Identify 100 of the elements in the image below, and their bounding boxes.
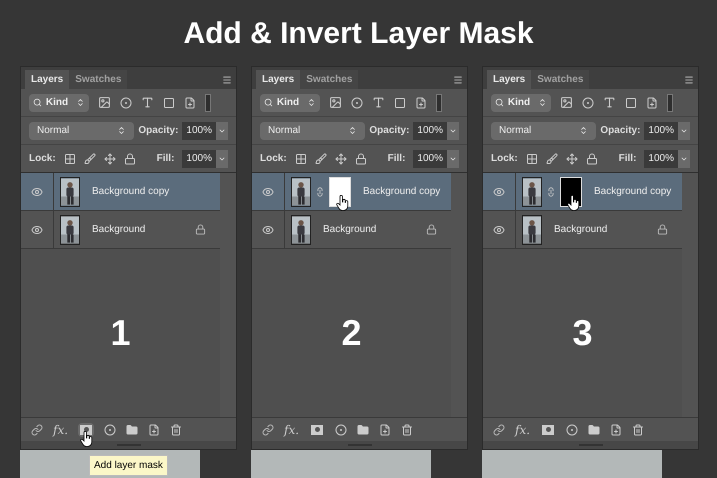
adjustment-filter-icon[interactable] [582, 96, 594, 108]
panel-menu-icon[interactable] [684, 75, 694, 85]
panel-menu-icon[interactable] [453, 75, 463, 85]
type-filter-icon[interactable] [141, 96, 154, 109]
panel-menu-icon[interactable] [222, 75, 232, 85]
new-layer-icon[interactable] [379, 424, 392, 436]
layer-row[interactable]: Background [252, 211, 451, 249]
trash-icon[interactable] [170, 424, 182, 436]
visibility-icon[interactable] [262, 186, 274, 198]
lock-pixels-icon[interactable] [294, 152, 307, 164]
lock-label: Lock: [491, 152, 518, 166]
search-icon [264, 98, 273, 107]
step-number: 2 [341, 311, 362, 355]
link-layers-icon[interactable] [31, 424, 43, 436]
blend-mode-dropdown[interactable]: Normal [29, 122, 134, 140]
lock-pixels-icon[interactable] [64, 152, 76, 164]
move-icon[interactable] [566, 152, 578, 164]
image-filter-icon[interactable] [329, 96, 342, 109]
page-title: Add & Invert Layer Mask [183, 16, 534, 52]
move-icon[interactable] [334, 152, 347, 164]
layer-row[interactable]: Background [21, 211, 220, 249]
image-filter-icon[interactable] [98, 96, 111, 109]
shape-filter-icon[interactable] [394, 96, 406, 108]
visibility-icon[interactable] [493, 224, 505, 236]
visibility-icon[interactable] [262, 224, 274, 236]
lock-icon[interactable] [124, 152, 136, 164]
opacity-field[interactable]: 100% [644, 122, 690, 140]
trash-icon[interactable] [401, 424, 414, 436]
layer-name: Background [554, 223, 608, 237]
trash-icon[interactable] [632, 424, 644, 436]
smart-object-filter-icon[interactable] [415, 96, 427, 108]
panel-tab[interactable]: Layers [487, 70, 532, 89]
panel-tab[interactable]: Swatches [531, 70, 590, 89]
layer-row[interactable]: Background copy [21, 173, 220, 211]
folder-icon[interactable] [588, 424, 600, 436]
filter-dropdown[interactable]: Kind [260, 94, 320, 112]
smart-object-filter-icon[interactable] [184, 96, 196, 108]
shape-filter-icon[interactable] [625, 96, 637, 108]
fx-icon[interactable]: fx. [284, 420, 300, 438]
opacity-label: Opacity: [369, 124, 410, 138]
fx-icon[interactable]: fx. [515, 420, 530, 438]
blend-mode-dropdown[interactable]: Normal [491, 122, 596, 140]
lock-pixels-icon[interactable] [526, 152, 538, 164]
brush-icon[interactable] [546, 152, 558, 164]
filter-dropdown[interactable]: Kind [491, 94, 551, 112]
fx-icon[interactable]: fx. [53, 420, 68, 438]
adjustment-filter-icon[interactable] [120, 96, 132, 108]
panel-tab[interactable]: Layers [25, 70, 70, 89]
type-filter-icon[interactable] [603, 96, 616, 109]
adjustment-layer-icon[interactable] [104, 424, 116, 436]
panel-tab[interactable]: Layers [256, 70, 300, 89]
adjustment-filter-icon[interactable] [351, 96, 363, 108]
brush-icon[interactable] [314, 152, 327, 164]
hand-cursor-icon [567, 194, 581, 210]
link-layers-icon[interactable] [262, 424, 274, 436]
new-layer-icon[interactable] [148, 424, 160, 436]
blend-mode-dropdown[interactable]: Normal [260, 122, 366, 140]
folder-icon[interactable] [126, 424, 138, 436]
stepper-icon [117, 126, 126, 135]
layer-row[interactable]: Background copy [252, 173, 451, 211]
brush-icon[interactable] [84, 152, 96, 164]
lock-icon[interactable] [354, 152, 367, 164]
visibility-icon[interactable] [493, 186, 505, 198]
visibility-icon[interactable] [31, 224, 43, 236]
stepper-icon [579, 126, 588, 135]
link-icon[interactable] [315, 186, 325, 196]
layer-name: Background copy [363, 185, 440, 199]
move-icon[interactable] [104, 152, 116, 164]
stepper-icon [307, 98, 316, 107]
panel-tab[interactable]: Swatches [300, 70, 358, 89]
layer-row[interactable]: Background copy [483, 173, 682, 211]
layer-name: Background [92, 223, 146, 237]
folder-icon[interactable] [357, 424, 370, 436]
image-filter-icon[interactable] [560, 96, 573, 109]
fill-field[interactable]: 100% [644, 150, 690, 168]
fill-field[interactable]: 100% [182, 150, 228, 168]
filter-toggle[interactable] [436, 94, 442, 112]
layer-row[interactable]: Background [483, 211, 682, 249]
filter-dropdown[interactable]: Kind [29, 94, 89, 112]
lock-icon[interactable] [586, 152, 598, 164]
opacity-field[interactable]: 100% [182, 122, 228, 140]
visibility-icon[interactable] [31, 186, 43, 198]
new-layer-icon[interactable] [610, 424, 622, 436]
opacity-field[interactable]: 100% [413, 122, 459, 140]
link-icon[interactable] [546, 186, 556, 196]
smart-object-filter-icon[interactable] [646, 96, 658, 108]
filter-toggle[interactable] [205, 94, 211, 112]
adjustment-layer-icon[interactable] [566, 424, 578, 436]
fill-field[interactable]: 100% [413, 150, 459, 168]
hand-cursor-icon [336, 194, 350, 210]
panel-tab[interactable]: Swatches [69, 70, 128, 89]
search-icon [33, 98, 42, 107]
layer-name: Background copy [92, 185, 170, 199]
filter-toggle[interactable] [667, 94, 673, 112]
tooltip: Add layer mask [89, 455, 168, 476]
add-mask-icon[interactable] [78, 422, 94, 436]
type-filter-icon[interactable] [372, 96, 385, 109]
shape-filter-icon[interactable] [163, 96, 175, 108]
link-layers-icon[interactable] [493, 424, 505, 436]
adjustment-layer-icon[interactable] [335, 424, 348, 436]
